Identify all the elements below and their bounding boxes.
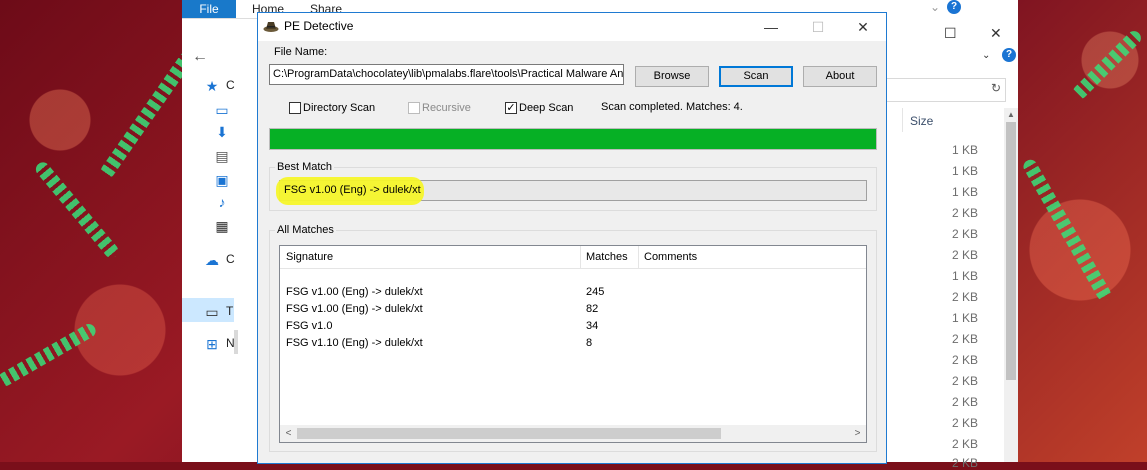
- file-size: 2 KB: [951, 248, 978, 262]
- progress-fill: [270, 129, 876, 149]
- file-size: 2 KB: [951, 416, 978, 430]
- horizontal-scrollbar[interactable]: < >: [280, 425, 866, 442]
- pictures-icon[interactable]: ▣: [214, 172, 230, 188]
- deep-scan-checkbox[interactable]: ✓: [505, 102, 517, 114]
- nav-item-label[interactable]: C: [226, 78, 235, 92]
- music-icon[interactable]: ♪: [214, 194, 230, 210]
- scrollbar-thumb[interactable]: [297, 428, 721, 439]
- title-bar: PE Detective — ☐ ✕: [258, 13, 886, 41]
- window-title: PE Detective: [284, 19, 354, 33]
- nav-item-label[interactable]: T: [226, 304, 233, 318]
- column-header-comments[interactable]: Comments: [638, 246, 866, 268]
- column-separator: [902, 108, 903, 132]
- scan-status-text: Scan completed. Matches: 4.: [601, 101, 743, 113]
- all-matches-label: All Matches: [275, 224, 336, 236]
- network-icon[interactable]: ⊞: [204, 336, 220, 352]
- this-pc-icon[interactable]: ▭: [204, 304, 220, 320]
- matches-cell: 245: [586, 286, 605, 298]
- directory-scan-checkbox[interactable]: [289, 102, 301, 114]
- scroll-right-icon[interactable]: >: [849, 425, 866, 442]
- back-arrow-icon[interactable]: ←: [192, 48, 208, 66]
- chevron-down-icon[interactable]: ⌄: [982, 50, 990, 61]
- file-size: 1 KB: [951, 311, 978, 325]
- file-size: 1 KB: [951, 185, 978, 199]
- list-header: Signature Matches Comments: [280, 246, 866, 269]
- file-size: 2 KB: [951, 227, 978, 241]
- pe-detective-window: PE Detective — ☐ ✕ File Name: C:\Program…: [257, 12, 887, 464]
- file-size: 1 KB: [951, 143, 978, 157]
- desktop-icon[interactable]: ▭: [214, 102, 230, 118]
- minimize-icon[interactable]: —: [748, 13, 794, 41]
- scan-progress-bar: [269, 128, 877, 150]
- signature-cell: FSG v1.10 (Eng) -> dulek/xt: [286, 337, 423, 349]
- chevron-down-icon[interactable]: ⌄: [930, 0, 940, 14]
- file-size: 2 KB: [951, 374, 978, 388]
- detective-hat-icon: [263, 22, 279, 32]
- file-size: 2 KB: [951, 353, 978, 367]
- vertical-scrollbar[interactable]: ▲: [1004, 108, 1018, 462]
- file-size: 1 KB: [951, 269, 978, 283]
- help-icon[interactable]: ?: [947, 0, 961, 14]
- explorer-nav-pane: ← ★ C ▭ ⬇ ▤ ▣ ♪ ▦ ☁ C ▭ T ⊞ N: [182, 20, 235, 462]
- browse-button[interactable]: Browse: [635, 66, 709, 87]
- scrollbar-thumb[interactable]: [1006, 122, 1016, 380]
- column-header-signature[interactable]: Signature: [280, 246, 580, 268]
- downloads-icon[interactable]: ⬇: [214, 124, 230, 140]
- recursive-label[interactable]: Recursive: [422, 102, 471, 114]
- maximize-icon[interactable]: ☐: [795, 13, 841, 41]
- nav-item-label[interactable]: C: [226, 252, 235, 266]
- matches-cell: 8: [586, 337, 593, 349]
- signature-cell: FSG v1.00 (Eng) -> dulek/xt: [286, 286, 423, 298]
- table-row[interactable]: FSG v1.10 (Eng) -> dulek/xt 8: [280, 335, 866, 352]
- file-name-label: File Name:: [274, 46, 328, 58]
- best-match-label: Best Match: [275, 161, 335, 173]
- file-size: 2 KB: [951, 332, 978, 346]
- file-size: 1 KB: [951, 164, 978, 178]
- best-match-value: FSG v1.00 (Eng) -> dulek/xt: [284, 184, 421, 196]
- onedrive-cloud-icon[interactable]: ☁: [204, 252, 220, 268]
- deep-scan-label[interactable]: Deep Scan: [519, 102, 573, 114]
- refresh-icon[interactable]: ↻: [991, 81, 1001, 95]
- matches-list[interactable]: Signature Matches Comments FSG v1.00 (En…: [279, 245, 867, 443]
- maximize-icon[interactable]: ☐: [944, 25, 957, 42]
- file-size: 2 KB: [951, 290, 978, 304]
- scroll-gutter: [234, 330, 238, 354]
- file-size: 2 KB: [951, 456, 978, 470]
- scan-button[interactable]: Scan: [719, 66, 793, 87]
- help-icon[interactable]: ?: [1002, 48, 1016, 62]
- videos-icon[interactable]: ▦: [214, 218, 230, 234]
- explorer-file-list: ☐ ✕ ⌄ ? ↻ Size 1 KB 1 KB 1 KB 2 KB 2 KB …: [886, 0, 1018, 470]
- signature-cell: FSG v1.00 (Eng) -> dulek/xt: [286, 303, 423, 315]
- matches-cell: 34: [586, 320, 599, 332]
- documents-icon[interactable]: ▤: [214, 148, 230, 164]
- file-size: 2 KB: [951, 206, 978, 220]
- directory-scan-label[interactable]: Directory Scan: [303, 102, 375, 114]
- signature-cell: FSG v1.0: [286, 320, 333, 332]
- column-header-matches[interactable]: Matches: [580, 246, 638, 268]
- scroll-left-icon[interactable]: <: [280, 425, 297, 442]
- recursive-checkbox[interactable]: [408, 102, 420, 114]
- close-icon[interactable]: ✕: [990, 25, 1002, 42]
- tab-file[interactable]: File: [182, 0, 236, 18]
- table-row[interactable]: FSG v1.0 34: [280, 318, 866, 335]
- scroll-up-icon[interactable]: ▲: [1007, 110, 1015, 119]
- quick-access-star-icon[interactable]: ★: [204, 78, 220, 94]
- close-icon[interactable]: ✕: [840, 13, 886, 41]
- file-path-field[interactable]: C:\ProgramData\chocolatey\lib\pmalabs.fl…: [269, 64, 624, 85]
- file-size: 2 KB: [951, 437, 978, 451]
- matches-cell: 82: [586, 303, 599, 315]
- table-row[interactable]: FSG v1.00 (Eng) -> dulek/xt 245: [280, 284, 866, 301]
- file-size: 2 KB: [951, 395, 978, 409]
- search-input[interactable]: ↻: [886, 78, 1006, 102]
- table-row[interactable]: FSG v1.00 (Eng) -> dulek/xt 82: [280, 301, 866, 318]
- about-button[interactable]: About: [803, 66, 877, 87]
- size-column-header[interactable]: Size: [910, 114, 933, 128]
